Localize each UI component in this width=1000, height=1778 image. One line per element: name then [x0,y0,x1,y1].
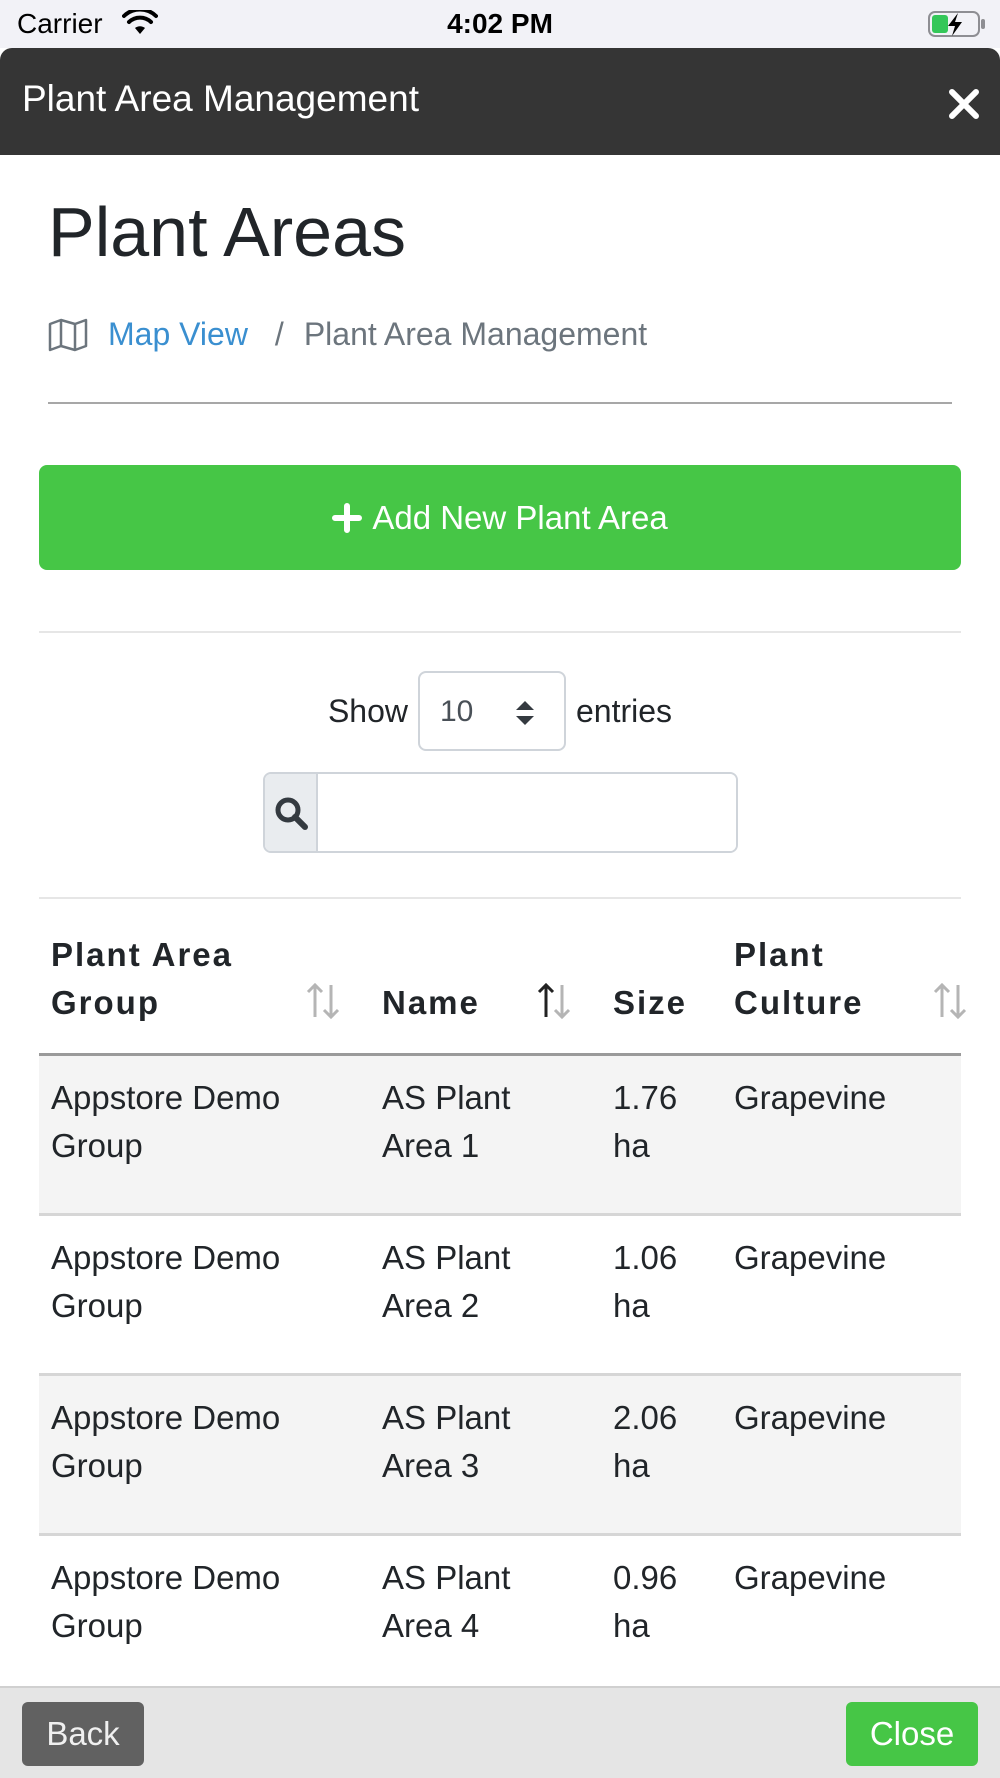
status-bar: Carrier 4:02 PM [0,0,1000,48]
search-box [263,772,738,853]
app-header: Plant Area Management [0,48,1000,155]
cell-culture: Grapevine [734,1399,887,1436]
sort-arrows-icon [514,699,536,735]
search-input[interactable] [318,774,736,851]
sort-icon[interactable] [305,981,341,1021]
entries-select-value: 10 [440,695,474,728]
sort-icon[interactable] [932,981,968,1021]
entries-select[interactable]: 10 [418,671,566,751]
cell-culture: Grapevine [734,1559,887,1596]
cell-name: AS Plant Area 3 [382,1399,511,1484]
entries-length-control: Show 10 entries [0,671,1000,751]
cell-culture: Grapevine [734,1079,887,1116]
cell-group: Appstore Demo Group [51,1559,281,1644]
add-plant-area-label: Add New Plant Area [372,498,668,536]
cell-group: Appstore Demo Group [51,1239,281,1324]
battery-charging-icon [928,10,986,43]
cell-size: 1.06 ha [613,1239,678,1324]
column-header-size[interactable]: Size [613,979,687,1027]
cell-group: Appstore Demo Group [51,1399,281,1484]
breadcrumb-current: Plant Area Management [303,316,648,352]
back-button[interactable]: Back [22,1702,144,1766]
breadcrumb-map-view-link[interactable]: Map View [108,316,248,353]
cell-size: 2.06 ha [613,1399,678,1484]
table-row[interactable]: Appstore Demo Group AS Plant Area 2 1.06… [39,1216,961,1376]
table-row[interactable]: Appstore Demo Group AS Plant Area 1 1.76… [39,1056,961,1216]
cell-group: Appstore Demo Group [51,1079,281,1164]
column-header-plant-culture[interactable]: Plant Culture [734,931,934,1027]
header-title: Plant Area Management [22,78,419,119]
page-title: Plant Areas [48,193,406,271]
column-header-name[interactable]: Name [382,979,480,1027]
bottom-toolbar: Back Close [0,1686,1000,1778]
sort-ascending-icon[interactable] [536,981,572,1021]
divider [39,631,961,633]
breadcrumb-separator: / [274,316,284,352]
table-row[interactable]: Appstore Demo Group AS Plant Area 4 0.96… [39,1536,961,1696]
close-icon[interactable] [944,84,984,124]
status-time: 4:02 PM [447,8,553,39]
column-header-plant-area-group[interactable]: Plant Area Group [51,931,301,1027]
add-plant-area-button[interactable]: Add New Plant Area [39,465,961,570]
map-icon [48,318,88,352]
breadcrumb: Map View / Plant Area Management [48,316,647,353]
plus-icon [332,502,363,533]
plant-areas-table: Plant Area Group Name Size Plant Culture… [39,899,967,1696]
close-button[interactable]: Close [846,1702,978,1766]
table-row[interactable]: Appstore Demo Group AS Plant Area 3 2.06… [39,1376,961,1536]
cell-size: 1.76 ha [613,1079,678,1164]
cell-name: AS Plant Area 2 [382,1239,511,1324]
divider [48,402,952,404]
cell-name: AS Plant Area 1 [382,1079,511,1164]
table-header: Plant Area Group Name Size Plant Culture [39,899,967,1056]
cell-name: AS Plant Area 4 [382,1559,511,1644]
entries-label: entries [576,692,673,729]
show-label: Show [327,692,408,729]
cell-size: 0.96 ha [613,1559,678,1644]
search-icon [265,774,318,851]
cell-culture: Grapevine [734,1239,887,1276]
